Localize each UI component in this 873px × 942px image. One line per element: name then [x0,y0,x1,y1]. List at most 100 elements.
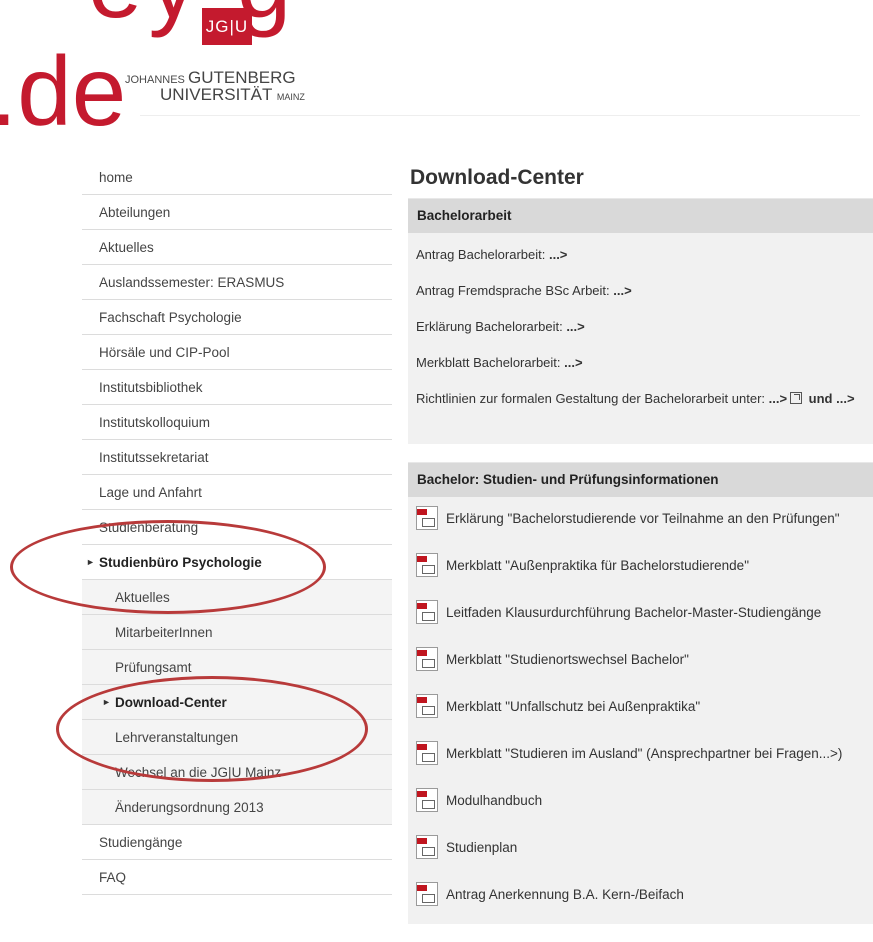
sidebar-item-label: Änderungsordnung 2013 [115,800,264,815]
file-label: Antrag Anerkennung B.A. Kern-/Beifach [446,887,684,902]
file-item[interactable]: Leitfaden Klausurdurchführung Bachelor-M… [408,595,873,642]
more-link[interactable]: ...> [549,247,567,262]
list-item: Merkblatt Bachelorarbeit: ...> [408,345,873,381]
file-label: Modulhandbuch [446,793,543,808]
sidebar-item-label: MitarbeiterInnen [115,625,213,640]
sidebar-item-label: Lehrveranstaltungen [115,730,239,745]
sidebar-item-home[interactable]: home [82,160,392,195]
pdf-icon [416,788,438,812]
sidebar-item-studienberatung[interactable]: Studienberatung [82,510,392,545]
logo-line2-small: MAINZ [276,92,305,102]
more-link[interactable]: ...> [564,355,582,370]
banner-big-text: ey g [88,0,297,32]
sidebar-subitem-aktuelles[interactable]: Aktuelles [82,580,392,615]
sidebar-item-label: FAQ [99,870,127,885]
caret-right-icon: ► [86,557,95,567]
file-label: Leitfaden Klausurdurchführung Bachelor-M… [446,605,822,620]
file-label: Merkblatt "Außenpraktika für Bachelorstu… [446,558,749,573]
sidebar-item-label: Aktuelles [115,590,170,605]
bachelorarbeit-section: Bachelorarbeit Antrag Bachelorarbeit: ..… [408,198,873,444]
header-divider [140,115,860,116]
section-heading: Bachelorarbeit [408,198,873,233]
pdf-icon [416,882,438,906]
row-label: Antrag Bachelorarbeit: [416,247,549,262]
sidebar-item-hoersaele[interactable]: Hörsäle und CIP-Pool [82,335,392,370]
sidebar-item-studienbuero[interactable]: ► Studienbüro Psychologie [82,545,392,580]
file-label: Merkblatt "Studieren im Ausland" (Anspre… [446,746,843,761]
sidebar-item-label: Studienberatung [99,520,199,535]
sidebar-item-label: Fachschaft Psychologie [99,310,242,325]
sidebar-subitem-wechsel[interactable]: Wechsel an die JG|U Mainz [82,755,392,790]
page-title: Download-Center [410,166,584,189]
logo-line2: UNIVERSITÄT MAINZ [160,85,305,105]
sidebar-item-label: Auslandssemester: ERASMUS [99,275,285,290]
sidebar-item-label: Studienbüro Psychologie [99,555,262,570]
pdf-icon [416,835,438,859]
logo-mark: JG|U [202,8,252,45]
section-heading: Bachelor: Studien- und Prüfungsinformati… [408,462,873,497]
file-item[interactable]: Merkblatt "Studienortswechsel Bachelor" [408,642,873,689]
pdf-icon [416,647,438,671]
sidebar-item-label: Download-Center [115,695,227,710]
list-item: Richtlinien zur formalen Gestaltung der … [408,381,873,417]
banner: ey g .de JG|U JOHANNES GUTENBERG UNIVERS… [0,0,873,140]
file-label: Merkblatt "Studienortswechsel Bachelor" [446,652,689,667]
file-label: Erklärung "Bachelorstudierende vor Teiln… [446,511,840,526]
sidebar-item-label: Wechsel an die JG|U Mainz [115,765,282,780]
row-label: Erklärung Bachelorarbeit: [416,319,567,334]
sidebar-item-label: Prüfungsamt [115,660,192,675]
external-link-icon[interactable] [790,392,803,404]
caret-right-icon: ► [102,697,111,707]
file-item[interactable]: Erklärung "Bachelorstudierende vor Teiln… [408,501,873,548]
sidebar-subitem-mitarbeiter[interactable]: MitarbeiterInnen [82,615,392,650]
pdf-icon [416,741,438,765]
file-item[interactable]: Merkblatt "Außenpraktika für Bachelorstu… [408,548,873,595]
more-link[interactable]: ...> [769,391,787,406]
sidebar-subitem-download-center[interactable]: ► Download-Center [82,685,392,720]
row-label: Merkblatt Bachelorarbeit: [416,355,565,370]
sidebar-subitem-aenderungsordnung[interactable]: Änderungsordnung 2013 [82,790,392,825]
sidebar-item-abteilungen[interactable]: Abteilungen [82,195,392,230]
sidebar-item-studiengaenge[interactable]: Studiengänge [82,825,392,860]
file-item[interactable]: Merkblatt "Unfallschutz bei Außenpraktik… [408,689,873,736]
list-item: Antrag Fremdsprache BSc Arbeit: ...> [408,273,873,309]
sidebar-item-faq[interactable]: FAQ [82,860,392,895]
sidebar-item-label: Institutsbibliothek [99,380,203,395]
sidebar-item-sekretariat[interactable]: Institutssekretariat [82,440,392,475]
file-item[interactable]: Modulhandbuch [408,783,873,830]
file-item[interactable]: Antrag Anerkennung B.A. Kern-/Beifach [408,877,873,924]
logo-line2-main: UNIVERSITÄT [160,85,273,104]
sidebar-item-bibliothek[interactable]: Institutsbibliothek [82,370,392,405]
banner-domain-text: .de [0,36,127,146]
more-link[interactable]: und ...> [805,391,855,406]
list-item: Antrag Bachelorarbeit: ...> [408,237,873,273]
file-label: Merkblatt "Unfallschutz bei Außenpraktik… [446,699,701,714]
studieninformationen-section: Bachelor: Studien- und Prüfungsinformati… [408,462,873,924]
row-label: Richtlinien zur formalen Gestaltung der … [416,391,769,406]
row-label: Antrag Fremdsprache BSc Arbeit: [416,283,614,298]
pdf-icon [416,694,438,718]
sidebar-item-aktuelles[interactable]: Aktuelles [82,230,392,265]
pdf-icon [416,600,438,624]
sidebar-item-label: Aktuelles [99,240,154,255]
sidebar-item-erasmus[interactable]: Auslandssemester: ERASMUS [82,265,392,300]
sidebar-item-fachschaft[interactable]: Fachschaft Psychologie [82,300,392,335]
sidebar-item-label: Institutssekretariat [99,450,209,465]
more-link[interactable]: ...> [613,283,631,298]
sidebar-item-label: Studiengänge [99,835,183,850]
sidebar-subitem-lehrveranstaltungen[interactable]: Lehrveranstaltungen [82,720,392,755]
file-item[interactable]: Merkblatt "Studieren im Ausland" (Anspre… [408,736,873,783]
sidebar-item-label: Abteilungen [99,205,171,220]
more-link[interactable]: ...> [566,319,584,334]
sidebar-subitem-pruefungsamt[interactable]: Prüfungsamt [82,650,392,685]
sidebar-item-label: Hörsäle und CIP-Pool [99,345,230,360]
pdf-icon [416,506,438,530]
sidebar-item-lage[interactable]: Lage und Anfahrt [82,475,392,510]
file-label: Studienplan [446,840,518,855]
file-item[interactable]: Studienplan [408,830,873,877]
pdf-icon [416,553,438,577]
main-content: Download-Center Bachelorarbeit Antrag Ba… [408,160,873,942]
sidebar-item-label: Lage und Anfahrt [99,485,202,500]
list-item: Erklärung Bachelorarbeit: ...> [408,309,873,345]
sidebar-item-kolloquium[interactable]: Institutskolloquium [82,405,392,440]
